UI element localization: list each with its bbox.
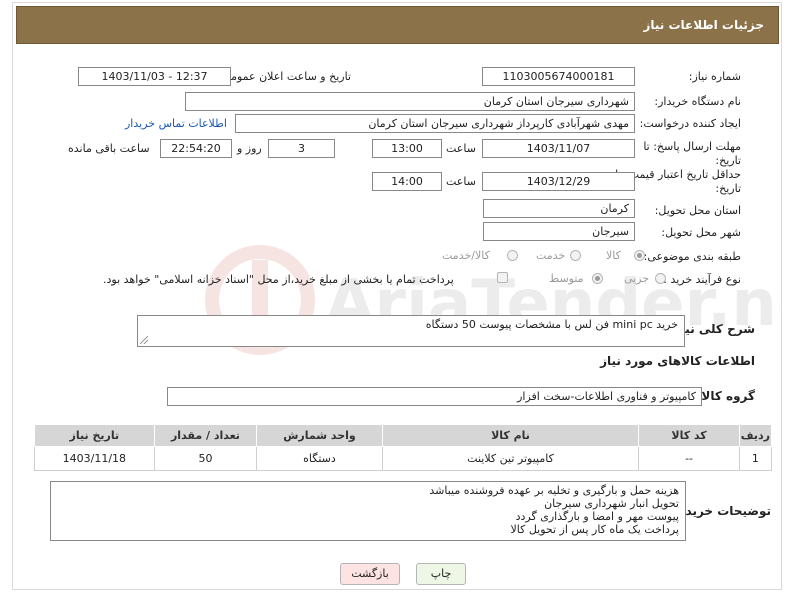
buyer-org-label: نام دستگاه خریدار:	[654, 95, 741, 108]
goods-info-title: اطلاعات کالاهای مورد نیاز	[600, 354, 755, 368]
price-valid-date-field: 1403/12/29	[482, 172, 635, 191]
process-medium-radio[interactable]	[592, 273, 603, 284]
province-field: کرمان	[483, 199, 635, 218]
deadline-date-field: 1403/11/07	[482, 139, 635, 158]
col-unit: واحد شمارش	[256, 424, 383, 447]
treasury-docs-note: پرداخت تمام یا بخشی از مبلغ خرید،از محل …	[103, 273, 454, 286]
need-number-label: شماره نیاز:	[688, 70, 741, 83]
process-medium-label: متوسط	[549, 272, 584, 285]
table-row[interactable]: 1 -- کامپیوتر تین کلاینت دستگاه 50 1403/…	[34, 446, 773, 471]
deadline-label: مهلت ارسال پاسخ: تا تاریخ:	[643, 140, 741, 167]
buyer-contact-link[interactable]: اطلاعات تماس خریدار	[125, 117, 227, 130]
process-minor-label: جزیی	[624, 272, 650, 285]
treasury-docs-checkbox[interactable]	[497, 272, 508, 283]
category-both-label: کالا/خدمت	[442, 249, 490, 262]
category-both-radio[interactable]	[507, 250, 518, 261]
city-label: شهر محل تحویل:	[661, 226, 741, 239]
col-item-code: کد کالا	[638, 424, 740, 447]
buyer-note-line: پرداخت یک ماه کار پس از تحویل کالا	[510, 523, 679, 536]
price-valid-hour-label: ساعت	[446, 175, 476, 188]
cell-item-code: --	[638, 446, 740, 471]
goods-group-label: گروه کالا:	[696, 389, 755, 403]
announce-date-label: تاریخ و ساعت اعلان عمومی:	[218, 70, 351, 83]
creator-field: مهدی شهرآبادی کارپرداز شهرداری سیرجان اس…	[235, 114, 635, 133]
page-title: جزئیات اطلاعات نیاز	[643, 18, 764, 32]
col-item-name: نام کالا	[381, 424, 640, 447]
category-goods-label: کالا	[606, 249, 621, 262]
city-field: سیرجان	[483, 222, 635, 241]
back-button[interactable]: بازگشت	[340, 563, 400, 585]
category-service-radio[interactable]	[570, 250, 581, 261]
days-label: روز و	[237, 142, 262, 155]
remaining-time-field: 22:54:20	[160, 139, 232, 158]
goods-table: ردیف کد کالا نام کالا واحد شمارش تعداد /…	[34, 424, 773, 471]
category-service-label: خدمت	[536, 249, 566, 262]
cell-item-name: کامپیوتر تین کلاینت	[381, 446, 640, 471]
process-type-label: نوع فرآیند خرید :	[663, 273, 741, 286]
process-minor-radio[interactable]	[655, 273, 666, 284]
announce-date-field: 1403/11/03 - 12:37	[78, 67, 231, 86]
col-row: ردیف	[738, 424, 773, 447]
col-need-date: تاریخ نیاز	[34, 424, 155, 447]
deadline-time-field: 13:00	[372, 139, 442, 158]
print-button[interactable]: چاپ	[416, 563, 466, 585]
col-quantity: تعداد / مقدار	[153, 424, 258, 447]
deadline-hour-label: ساعت	[446, 142, 476, 155]
remaining-time-label: ساعت باقی مانده	[68, 142, 150, 155]
category-label: طبقه بندی موضوعی:	[643, 250, 741, 263]
page-header: جزئیات اطلاعات نیاز	[16, 6, 779, 44]
buyer-note-line: تحویل انبار شهرداری سیرجان	[544, 497, 679, 510]
goods-group-field: کامپیوتر و فناوری اطلاعات-سخت افزار	[167, 387, 702, 406]
province-label: استان محل تحویل:	[654, 204, 741, 217]
description-textarea[interactable]: خرید mini pc فن لس با مشخصات پیوست 50 دس…	[137, 315, 685, 347]
category-goods-radio[interactable]	[634, 250, 645, 261]
buyer-org-field: شهرداری سیرجان استان کرمان	[185, 92, 635, 111]
days-remaining-field: 3	[268, 139, 335, 158]
description-text: خرید mini pc فن لس با مشخصات پیوست 50 دس…	[425, 318, 678, 331]
goods-table-header: ردیف کد کالا نام کالا واحد شمارش تعداد /…	[34, 424, 773, 447]
cell-row: 1	[738, 446, 773, 471]
buyer-note-line: پیوست مهر و امضا و بارگذاری گردد	[515, 510, 679, 523]
need-number-field: 1103005674000181	[482, 67, 635, 86]
buyer-notes-textarea[interactable]: هزینه حمل و بارگیری و تخلیه بر عهده فروش…	[50, 481, 686, 541]
buyer-note-line: هزینه حمل و بارگیری و تخلیه بر عهده فروش…	[429, 484, 679, 497]
cell-unit: دستگاه	[256, 446, 383, 471]
cell-need-date: 1403/11/18	[34, 446, 155, 471]
resize-grip-icon[interactable]	[140, 336, 148, 344]
creator-label: ایجاد کننده درخواست:	[639, 117, 741, 130]
cell-quantity: 50	[153, 446, 258, 471]
price-valid-time-field: 14:00	[372, 172, 442, 191]
